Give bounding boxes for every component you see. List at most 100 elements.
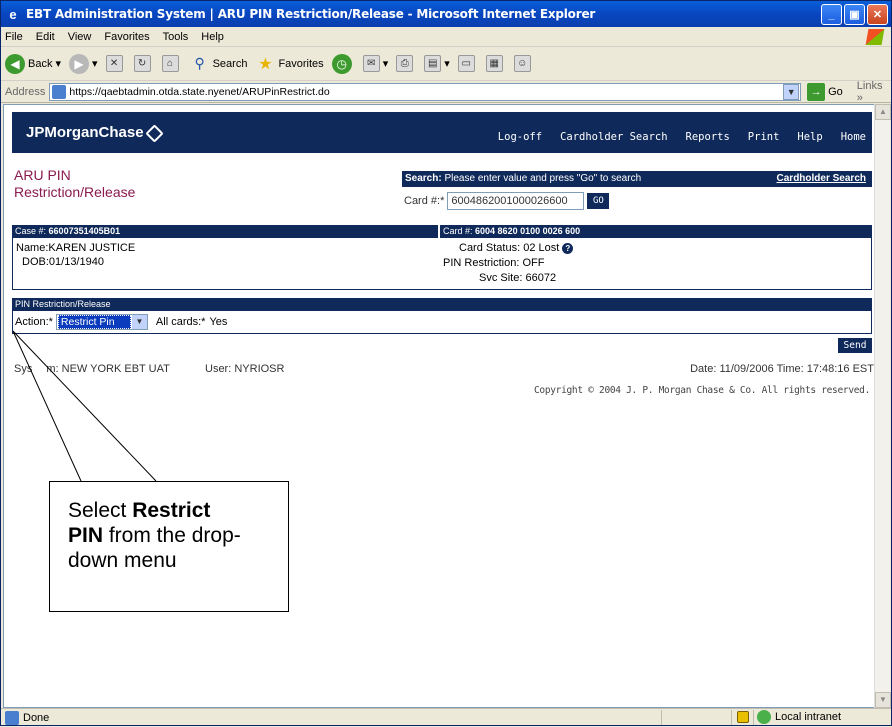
session-info: Sys m: NEW YORK EBT UAT User: NYRIOSR Dat… bbox=[12, 363, 874, 379]
close-button[interactable]: ✕ bbox=[867, 4, 888, 25]
send-button[interactable]: Send bbox=[838, 338, 872, 353]
links-button[interactable]: Links » bbox=[857, 80, 891, 104]
pin-action-row: Action:* Restrict Pin ▼ All cards:* Yes bbox=[12, 311, 872, 334]
address-dropdown-icon[interactable]: ▼ bbox=[783, 83, 800, 100]
action-selected-value: Restrict Pin bbox=[57, 315, 131, 329]
nav-logoff[interactable]: Log-off bbox=[498, 131, 542, 143]
refresh-button[interactable]: ↻ bbox=[133, 55, 154, 72]
search-go-button[interactable]: GO bbox=[587, 193, 610, 209]
cardholder-dob: 01/13/1940 bbox=[48, 256, 104, 268]
windows-logo-icon bbox=[865, 29, 885, 45]
vertical-scrollbar[interactable]: ▲ ▼ bbox=[874, 104, 891, 708]
page-done-icon bbox=[5, 710, 19, 725]
page-content: JPMorganChase Log-off Cardholder Search … bbox=[3, 104, 875, 708]
action-select[interactable]: Restrict Pin ▼ bbox=[55, 314, 148, 330]
mail-button[interactable]: ✉ ▾ bbox=[362, 55, 388, 72]
card-number-input[interactable]: 6004862001000026600 bbox=[447, 192, 585, 210]
back-arrow-icon: ◀ bbox=[5, 53, 25, 74]
case-header: Case #: 66007351405B01 bbox=[12, 225, 440, 238]
forward-arrow-icon: ▶ bbox=[69, 53, 90, 74]
user-info: User: NYRIOSR bbox=[205, 363, 285, 375]
menu-tools[interactable]: Tools bbox=[163, 31, 189, 43]
site-header: JPMorganChase Log-off Cardholder Search … bbox=[12, 112, 872, 153]
chevron-down-icon[interactable]: ▼ bbox=[131, 315, 147, 329]
refresh-icon: ↻ bbox=[133, 55, 151, 72]
nav-reports[interactable]: Reports bbox=[686, 131, 730, 143]
back-button[interactable]: ◀ Back ▾ bbox=[5, 53, 61, 74]
window-title: EBT Administration System | ARU PIN Rest… bbox=[26, 7, 596, 21]
menu-view[interactable]: View bbox=[68, 31, 92, 43]
help-icon[interactable]: ? bbox=[562, 242, 574, 254]
history-icon: ◷ bbox=[331, 53, 352, 74]
research-icon: ▦ bbox=[485, 55, 503, 72]
cardholder-search-link[interactable]: Cardholder Search bbox=[777, 171, 866, 187]
intranet-icon bbox=[757, 710, 771, 724]
pin-section-header: PIN Restriction/Release bbox=[12, 298, 872, 311]
menu-bar: File Edit View Favorites Tools Help bbox=[1, 27, 891, 47]
print-button[interactable]: ⎙ bbox=[396, 55, 416, 72]
forward-button[interactable]: ▶ ▾ bbox=[69, 53, 98, 74]
date-time: Date: 11/09/2006 Time: 17:48:16 EST bbox=[690, 363, 874, 375]
system-info: Sys m: NEW YORK EBT UAT bbox=[14, 363, 170, 375]
favorites-button[interactable]: ★ Favorites bbox=[255, 54, 323, 74]
go-button[interactable]: → Go bbox=[807, 82, 843, 101]
search-icon: ⚲ bbox=[194, 55, 205, 71]
address-bar: Address https://qaebtadmin.otda.state.ny… bbox=[1, 80, 891, 104]
edit-button[interactable]: ▤ ▾ bbox=[424, 55, 450, 72]
research-button[interactable]: ▦ bbox=[485, 55, 506, 72]
stop-icon: ✕ bbox=[105, 55, 123, 72]
brand-logo: JPMorganChase bbox=[26, 123, 164, 143]
search-header: Search: Please enter value and press "Go… bbox=[402, 171, 872, 187]
card-details: Card Status: 02 Lost ? PIN Restriction: … bbox=[443, 241, 574, 286]
history-button[interactable]: ◷ bbox=[331, 53, 355, 74]
home-icon: ⌂ bbox=[161, 55, 179, 72]
print-icon: ⎙ bbox=[396, 55, 414, 72]
pin-restriction-status: OFF bbox=[522, 257, 545, 269]
cardholder-name: KAREN JUSTICE bbox=[48, 242, 136, 254]
discuss-icon: ▭ bbox=[457, 55, 475, 72]
menu-help[interactable]: Help bbox=[201, 31, 224, 43]
browser-window: e EBT Administration System | ARU PIN Re… bbox=[0, 0, 892, 726]
title-bar: e EBT Administration System | ARU PIN Re… bbox=[1, 1, 891, 27]
nav-print[interactable]: Print bbox=[748, 131, 780, 143]
star-icon: ★ bbox=[258, 55, 273, 73]
minimize-button[interactable]: _ bbox=[821, 4, 842, 25]
instruction-callout: Select Restrict PIN from the drop-down m… bbox=[49, 481, 289, 612]
status-text: Done bbox=[23, 711, 50, 724]
home-button[interactable]: ⌂ bbox=[161, 55, 182, 72]
card-header: Card #: 6004 8620 0100 0026 600 bbox=[440, 225, 872, 238]
nav-help[interactable]: Help bbox=[797, 131, 822, 143]
card-search-row: Card #:* 6004862001000026600 GO bbox=[402, 190, 872, 212]
edit-icon: ▤ bbox=[424, 55, 442, 72]
status-divider bbox=[753, 710, 754, 725]
svc-site: 66072 bbox=[525, 272, 557, 284]
address-input[interactable]: https://qaebtadmin.otda.state.nyenet/ARU… bbox=[49, 82, 802, 101]
go-arrow-icon: → bbox=[807, 82, 826, 101]
all-cards-value: Yes bbox=[209, 316, 228, 328]
menu-edit[interactable]: Edit bbox=[36, 31, 55, 43]
card-number-label: Card #:* bbox=[404, 195, 445, 207]
cardholder-details: Name:KAREN JUSTICE DOB:01/13/1940 bbox=[16, 242, 136, 268]
nav-cardholder-search[interactable]: Cardholder Search bbox=[560, 131, 667, 143]
status-bar: Done Local intranet bbox=[1, 708, 891, 726]
menu-file[interactable]: File bbox=[5, 31, 23, 43]
menu-favorites[interactable]: Favorites bbox=[104, 31, 149, 43]
search-panel: Search: Please enter value and press "Go… bbox=[402, 171, 872, 212]
address-label: Address bbox=[5, 85, 46, 98]
discuss-button[interactable]: ▭ bbox=[457, 55, 478, 72]
action-label: Action:* bbox=[15, 316, 53, 328]
top-nav: Log-off Cardholder Search Reports Print … bbox=[498, 131, 866, 143]
messenger-button[interactable]: ☺ bbox=[513, 55, 534, 72]
mail-icon: ✉ bbox=[362, 55, 380, 72]
scroll-down-icon[interactable]: ▼ bbox=[875, 692, 891, 708]
search-button[interactable]: ⚲ Search bbox=[190, 54, 247, 74]
toolbar: ◀ Back ▾ ▶ ▾ ✕ ↻ ⌂ ⚲ Search ★ Favorites ◷… bbox=[1, 47, 891, 81]
maximize-button[interactable]: ▣ bbox=[844, 4, 865, 25]
page-title: ARU PIN Restriction/Release bbox=[14, 167, 136, 200]
cardholder-info: Name:KAREN JUSTICE DOB:01/13/1940 Card S… bbox=[12, 238, 872, 290]
stop-button[interactable]: ✕ bbox=[105, 55, 126, 72]
nav-home[interactable]: Home bbox=[841, 131, 866, 143]
status-divider bbox=[661, 710, 662, 725]
window-controls: _ ▣ ✕ bbox=[821, 4, 888, 25]
scroll-up-icon[interactable]: ▲ bbox=[875, 104, 891, 120]
